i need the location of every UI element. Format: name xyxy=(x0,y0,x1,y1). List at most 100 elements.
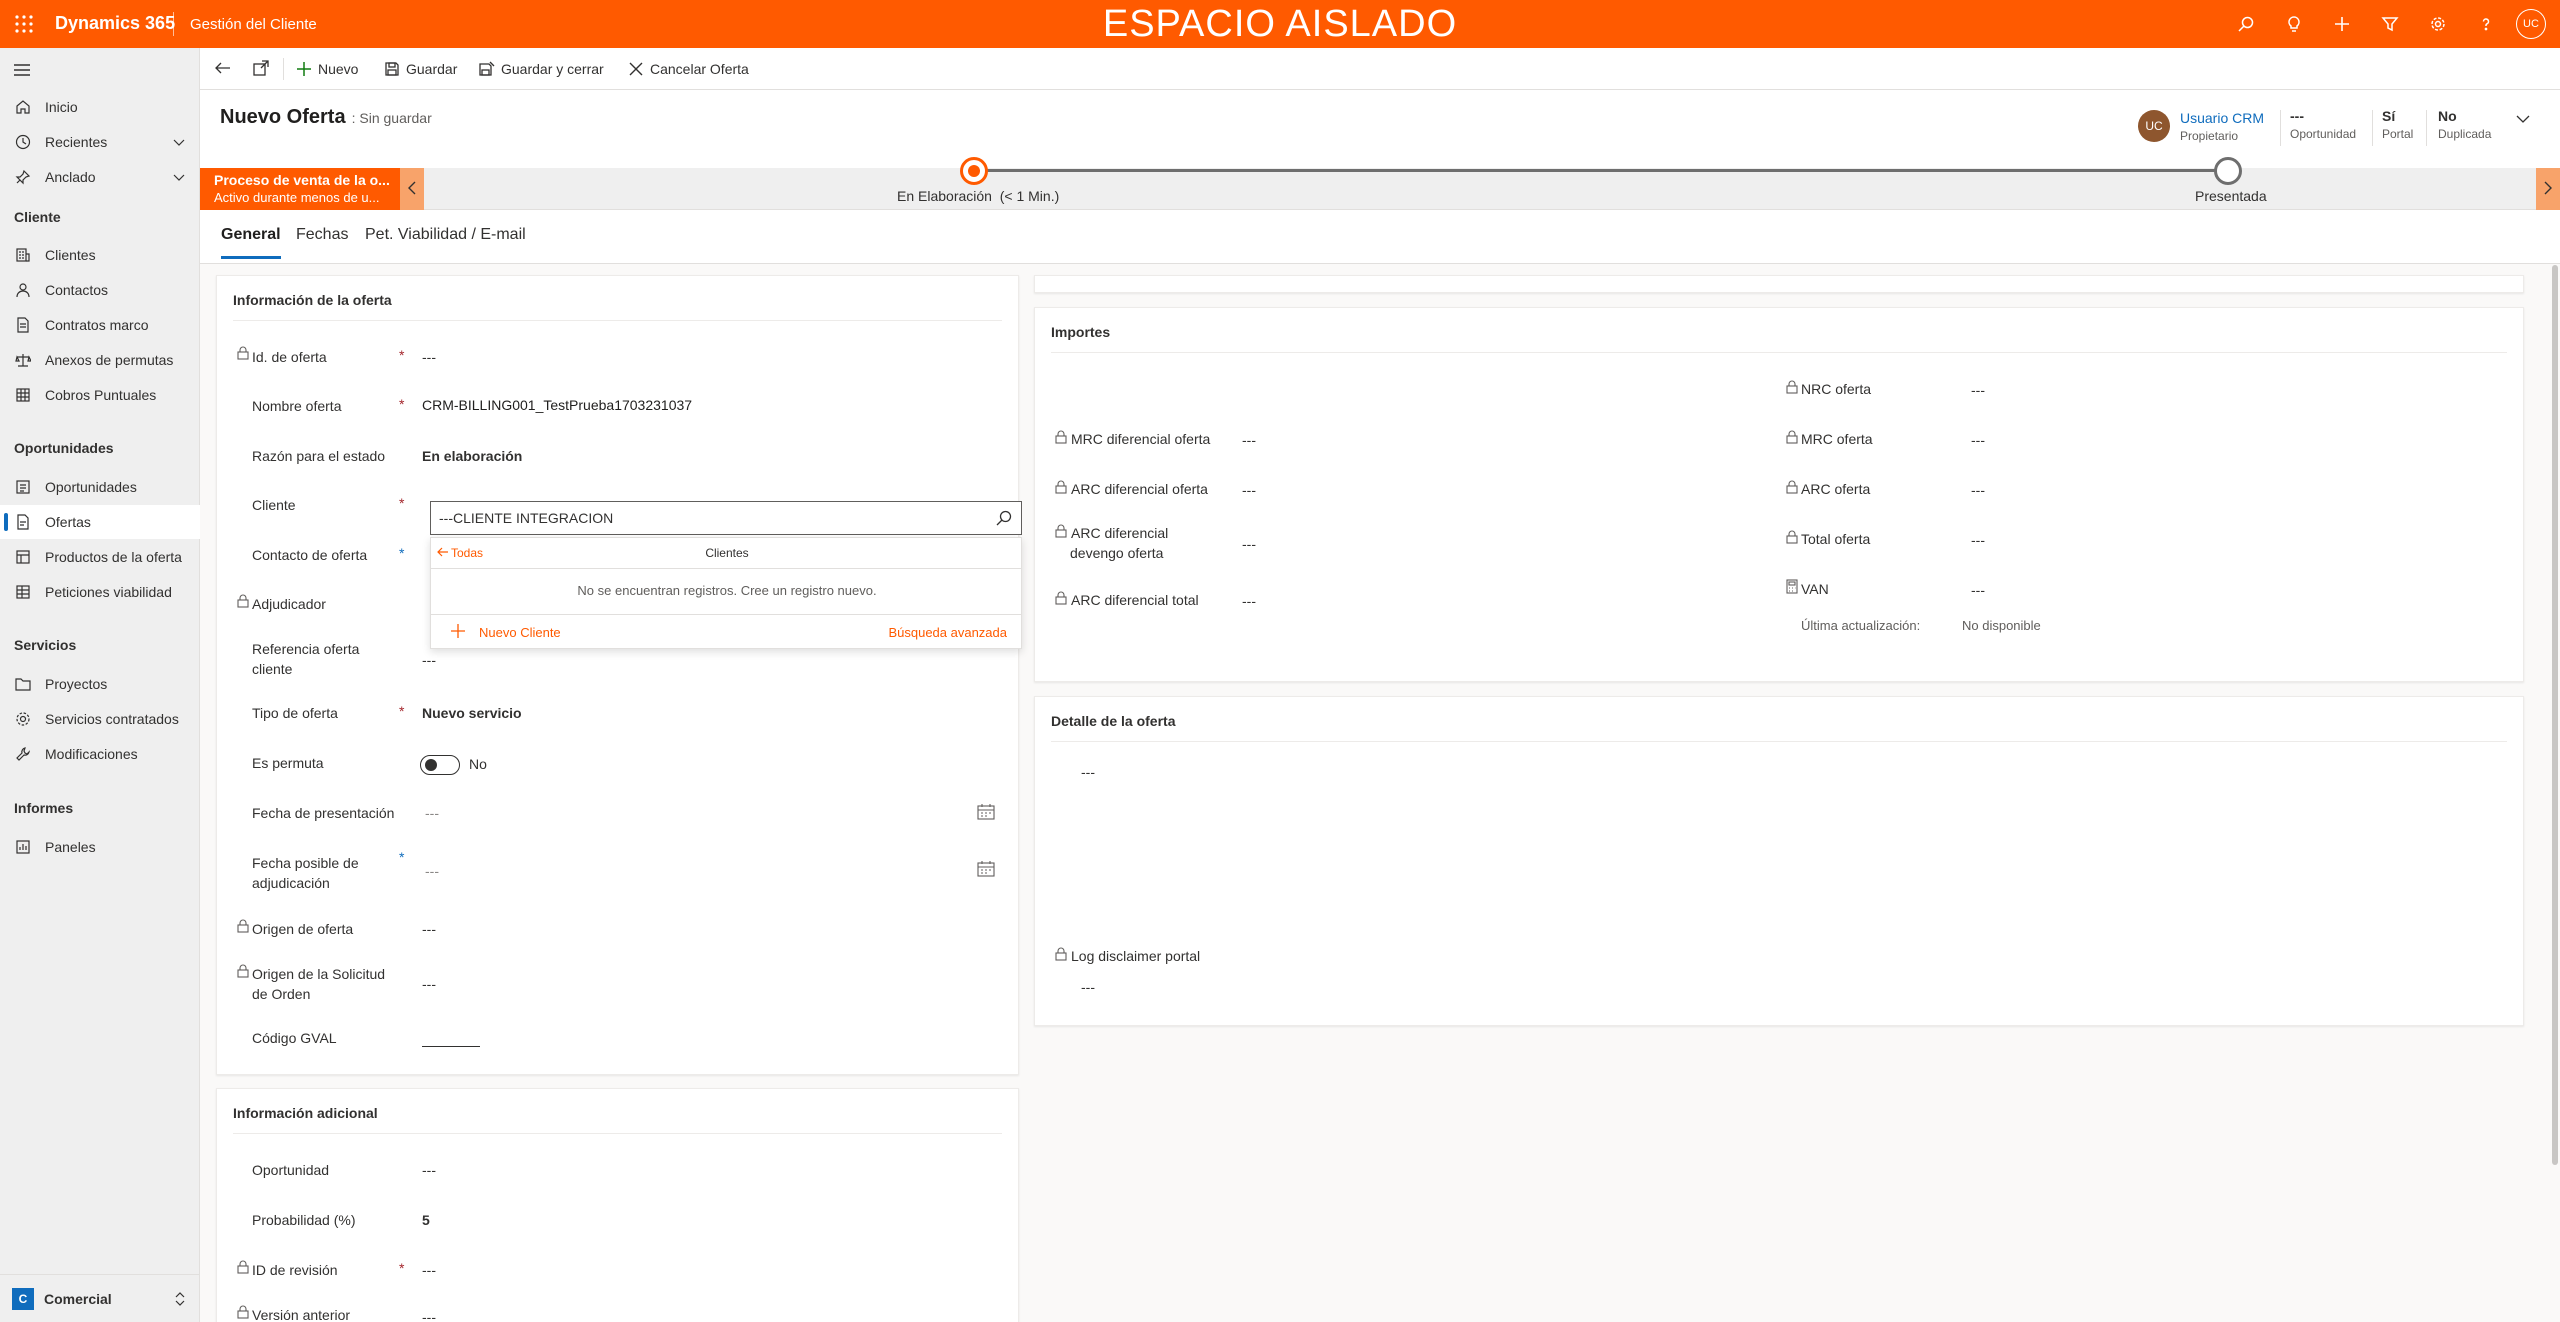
client-lookup[interactable] xyxy=(430,501,1022,535)
sidebar-item-peticiones-viabilidad[interactable]: Peticiones viabilidad xyxy=(0,575,200,609)
sidebar-item-productos-oferta[interactable]: Productos de la oferta xyxy=(0,540,200,574)
lock-icon xyxy=(237,1305,249,1319)
business-process-flow: Proceso de venta de la o... Activo duran… xyxy=(200,157,2560,210)
sidebar-item-contratos-marco[interactable]: Contratos marco xyxy=(0,308,200,342)
advanced-search-link[interactable]: Búsqueda avanzada xyxy=(888,625,1007,640)
client-lookup-input[interactable] xyxy=(431,502,971,534)
tab-fechas[interactable]: Fechas xyxy=(296,226,348,244)
sidebar-item-recientes[interactable]: Recientes xyxy=(0,125,200,159)
cancel-offer-button[interactable]: Cancelar Oferta xyxy=(628,48,749,90)
bpf-prev-button[interactable] xyxy=(400,168,424,210)
swap-toggle[interactable] xyxy=(420,755,460,775)
award-date-input[interactable]: --- xyxy=(425,863,439,879)
owner-label: Propietario xyxy=(2180,129,2239,143)
sidebar-item-servicios-contratados[interactable]: Servicios contratados xyxy=(0,702,200,736)
save-status: : Sin guardar xyxy=(351,110,432,126)
presentation-date-input[interactable]: --- xyxy=(425,805,439,821)
sidebar-item-anclado[interactable]: Anclado xyxy=(0,160,200,194)
building-icon xyxy=(14,246,32,264)
search-icon[interactable] xyxy=(995,509,1013,530)
save-button[interactable]: Guardar xyxy=(384,48,457,90)
owner-name[interactable]: Usuario CRM xyxy=(2180,110,2264,126)
sidebar-item-inicio[interactable]: Inicio xyxy=(0,90,200,124)
label-line: Fecha posible de xyxy=(252,855,359,871)
offer-type-field[interactable]: Nuevo servicio xyxy=(422,705,522,721)
calculator-icon xyxy=(1786,579,1798,597)
sidebar-item-label: Modificaciones xyxy=(45,746,138,762)
search-icon[interactable] xyxy=(2222,8,2270,40)
user-avatar[interactable]: UC xyxy=(2516,9,2546,39)
chevron-down-icon[interactable] xyxy=(2514,110,2532,131)
sidebar-item-proyectos[interactable]: Proyectos xyxy=(0,667,200,701)
divider xyxy=(1051,741,2507,742)
save-label: Guardar xyxy=(406,61,458,77)
app-launcher-icon[interactable] xyxy=(14,14,34,34)
wrench-icon xyxy=(14,745,32,763)
sidebar-item-ofertas[interactable]: Ofertas xyxy=(0,505,200,539)
sidebar-item-anexos-permutas[interactable]: Anexos de permutas xyxy=(0,343,200,377)
section-title: Detalle de la oferta xyxy=(1051,713,1176,729)
lightbulb-icon[interactable] xyxy=(2270,8,2318,40)
sidebar-item-cobros-puntuales[interactable]: Cobros Puntuales xyxy=(0,378,200,412)
swap-value: No xyxy=(469,756,487,772)
plus-icon[interactable] xyxy=(2318,8,2366,40)
stage-label-next[interactable]: Presentada xyxy=(2195,188,2267,204)
status-reason-field[interactable]: En elaboración xyxy=(422,448,522,464)
stage-label-active[interactable]: En Elaboración (< 1 Min.) xyxy=(897,188,1059,204)
offer-name-field[interactable]: CRM-BILLING001_TestPrueba1703231037 xyxy=(422,397,692,413)
back-arrow-icon xyxy=(214,59,232,80)
sidebar-item-label: Proyectos xyxy=(45,676,108,692)
area-label: Comercial xyxy=(44,1290,112,1307)
app-name[interactable]: Dynamics 365 xyxy=(55,13,175,34)
client-reference-field[interactable]: --- xyxy=(422,652,436,668)
stage-track: En Elaboración (< 1 Min.) Presentada xyxy=(200,157,2560,210)
open-new-window-button[interactable] xyxy=(252,48,270,90)
cancel-offer-label: Cancelar Oferta xyxy=(650,61,749,77)
clock-icon xyxy=(14,133,32,151)
header-field-value: --- xyxy=(2290,108,2304,124)
owner-field[interactable]: UC Usuario CRM Propietario xyxy=(2138,110,2264,143)
process-flyout[interactable]: Proceso de venta de la o... Activo duran… xyxy=(200,168,400,210)
sidebar-item-contactos[interactable]: Contactos xyxy=(0,273,200,307)
sidebar-item-paneles[interactable]: Paneles xyxy=(0,830,200,864)
field-label: Referencia oferta cliente xyxy=(252,639,359,679)
label-line: ARC diferencial xyxy=(1071,525,1169,541)
filter-icon[interactable] xyxy=(2366,8,2414,40)
opportunity-field[interactable]: --- xyxy=(422,1162,436,1178)
scale-icon xyxy=(14,351,32,369)
table-icon xyxy=(14,583,32,601)
field-label: VAN xyxy=(1801,581,1829,597)
new-button[interactable]: Nuevo xyxy=(296,48,358,90)
chevron-right-icon xyxy=(2543,181,2553,198)
sidebar-item-modificaciones[interactable]: Modificaciones xyxy=(0,737,200,771)
sidebar-item-oportunidades[interactable]: Oportunidades xyxy=(0,470,200,504)
chevron-down-icon[interactable] xyxy=(172,135,186,152)
gval-input[interactable] xyxy=(422,1046,480,1047)
toggle-knob xyxy=(425,759,437,771)
calendar-icon[interactable] xyxy=(977,804,995,823)
header-field-oportunidad: --- Oportunidad xyxy=(2290,108,2356,141)
area-switcher[interactable]: C Comercial xyxy=(0,1274,200,1322)
tab-pet-viabilidad[interactable]: Pet. Viabilidad / E-mail xyxy=(365,226,526,244)
help-icon[interactable] xyxy=(2462,8,2510,40)
label-line: Origen de la Solicitud xyxy=(252,966,386,982)
save-close-button[interactable]: Guardar y cerrar xyxy=(479,48,604,90)
hamburger-icon[interactable] xyxy=(13,61,33,81)
bpf-next-button[interactable] xyxy=(2536,168,2560,210)
back-button[interactable] xyxy=(214,48,232,90)
probability-field[interactable]: 5 xyxy=(422,1212,430,1228)
divider xyxy=(2280,110,2281,146)
module-name[interactable]: Gestión del Cliente xyxy=(190,16,317,33)
new-client-button[interactable]: Nuevo Cliente xyxy=(451,624,561,641)
gear-icon[interactable] xyxy=(2414,8,2462,40)
offer-origin-value: --- xyxy=(422,921,436,937)
sidebar-item-label: Anclado xyxy=(45,169,96,185)
chevron-down-icon[interactable] xyxy=(172,170,186,187)
sidebar-item-clientes[interactable]: Clientes xyxy=(0,238,200,272)
tab-general[interactable]: General xyxy=(221,226,281,259)
offer-detail-field[interactable]: --- xyxy=(1081,764,1095,780)
divider xyxy=(2372,110,2373,146)
client-lookup-dropdown: Todas Clientes No se encuentran registro… xyxy=(430,537,1022,649)
form-scrollbar[interactable] xyxy=(2552,265,2558,1165)
calendar-icon[interactable] xyxy=(977,861,995,880)
